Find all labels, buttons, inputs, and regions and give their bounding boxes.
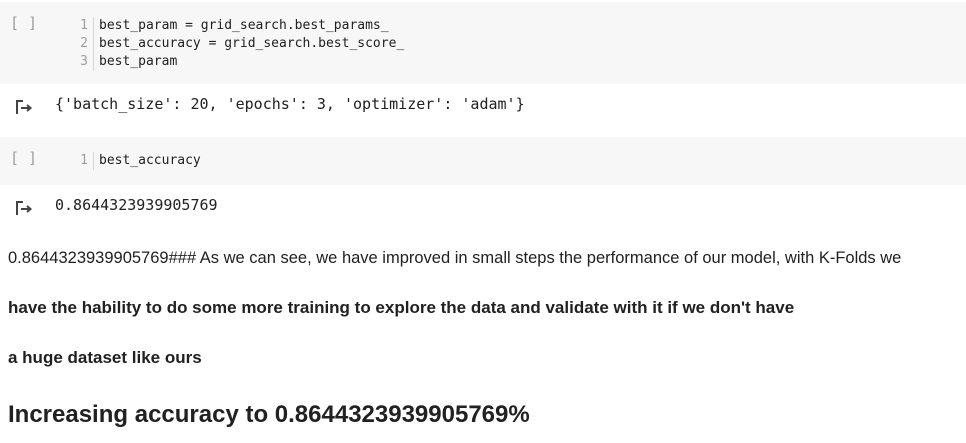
code-line: 1 best_accuracy bbox=[70, 152, 201, 170]
line-number: 1 bbox=[70, 17, 94, 35]
code-text: best_param bbox=[99, 54, 178, 69]
markdown-bold-paragraph: have the hability to do some more traini… bbox=[8, 298, 795, 317]
cell-output-2: 0.8644323939905769 bbox=[0, 191, 966, 221]
output-text: {'batch_size': 20, 'epochs': 3, 'optimiz… bbox=[55, 95, 525, 113]
code-cell-2[interactable]: [ ] 1 best_accuracy bbox=[0, 137, 966, 185]
output-text: 0.8644323939905769 bbox=[55, 196, 218, 214]
code-line: 1 best_param = grid_search.best_params_ bbox=[70, 17, 404, 35]
code-line: 2 best_accuracy = grid_search.best_score… bbox=[70, 35, 404, 53]
code-text: best_param = grid_search.best_params_ bbox=[99, 18, 389, 33]
run-cell-button[interactable]: [ ] bbox=[10, 149, 37, 167]
output-arrow-icon bbox=[16, 201, 33, 215]
code-editor[interactable]: 1 best_param = grid_search.best_params_ … bbox=[70, 17, 404, 71]
line-number: 2 bbox=[70, 35, 94, 53]
output-arrow-icon bbox=[16, 100, 33, 114]
code-cell-1[interactable]: [ ] 1 best_param = grid_search.best_para… bbox=[0, 2, 966, 84]
markdown-paragraph: 0.8644323939905769### As we can see, we … bbox=[8, 249, 902, 267]
markdown-bold-paragraph: a huge dataset like ours bbox=[8, 348, 202, 367]
code-text: best_accuracy = grid_search.best_score_ bbox=[99, 36, 405, 51]
code-line: 3 best_param bbox=[70, 53, 404, 71]
cell-output-1: {'batch_size': 20, 'epochs': 3, 'optimiz… bbox=[0, 90, 966, 120]
run-cell-button[interactable]: [ ] bbox=[10, 14, 37, 32]
code-text: best_accuracy bbox=[99, 153, 201, 168]
line-number: 1 bbox=[70, 152, 94, 170]
line-number: 3 bbox=[70, 53, 94, 71]
markdown-heading: Increasing accuracy to 0.864432393990576… bbox=[8, 401, 530, 428]
code-editor[interactable]: 1 best_accuracy bbox=[70, 152, 201, 170]
